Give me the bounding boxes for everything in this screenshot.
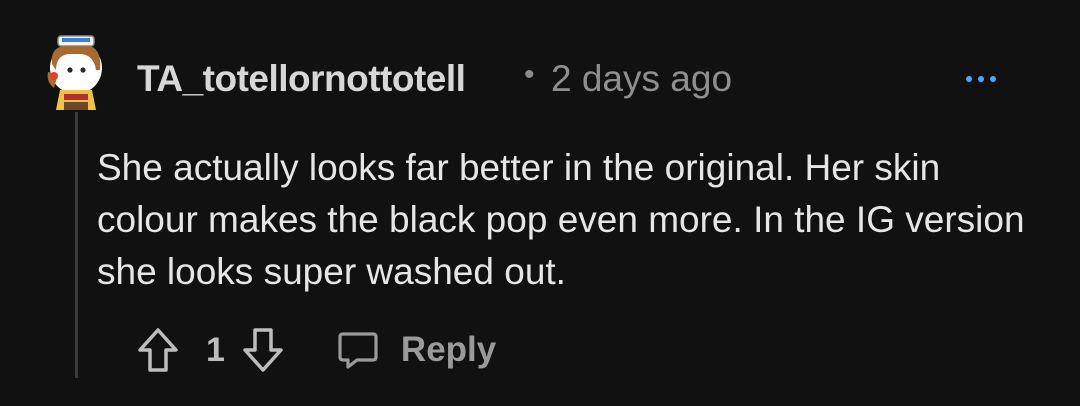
reply-button[interactable]: Reply (337, 330, 496, 370)
meta-separator: • (524, 58, 535, 91)
upvote-button[interactable] (134, 324, 182, 376)
thread-line[interactable] (75, 112, 78, 378)
more-options-button[interactable] (957, 62, 1005, 96)
snoo-avatar-icon (47, 35, 102, 110)
vote-count: 1 (206, 330, 225, 369)
more-options-icon-dot (966, 76, 972, 82)
username-link[interactable]: TA_totellornottotell (137, 58, 466, 100)
upvote-arrow-icon (138, 328, 178, 372)
comment-body: She actually looks far better in the ori… (97, 147, 1025, 292)
avatar[interactable] (42, 30, 112, 114)
comment-card: TA_totellornottotell • 2 days ago She ac… (0, 0, 1080, 406)
downvote-arrow-icon (243, 328, 283, 372)
reply-label: Reply (400, 330, 497, 369)
comment-timestamp: 2 days ago (551, 58, 733, 99)
more-options-icon-dot (978, 76, 984, 82)
downvote-button[interactable] (239, 324, 287, 376)
comment-actions: 1 Reply (134, 322, 496, 378)
more-options-icon-dot (990, 76, 996, 82)
chat-bubble-icon (338, 332, 378, 369)
